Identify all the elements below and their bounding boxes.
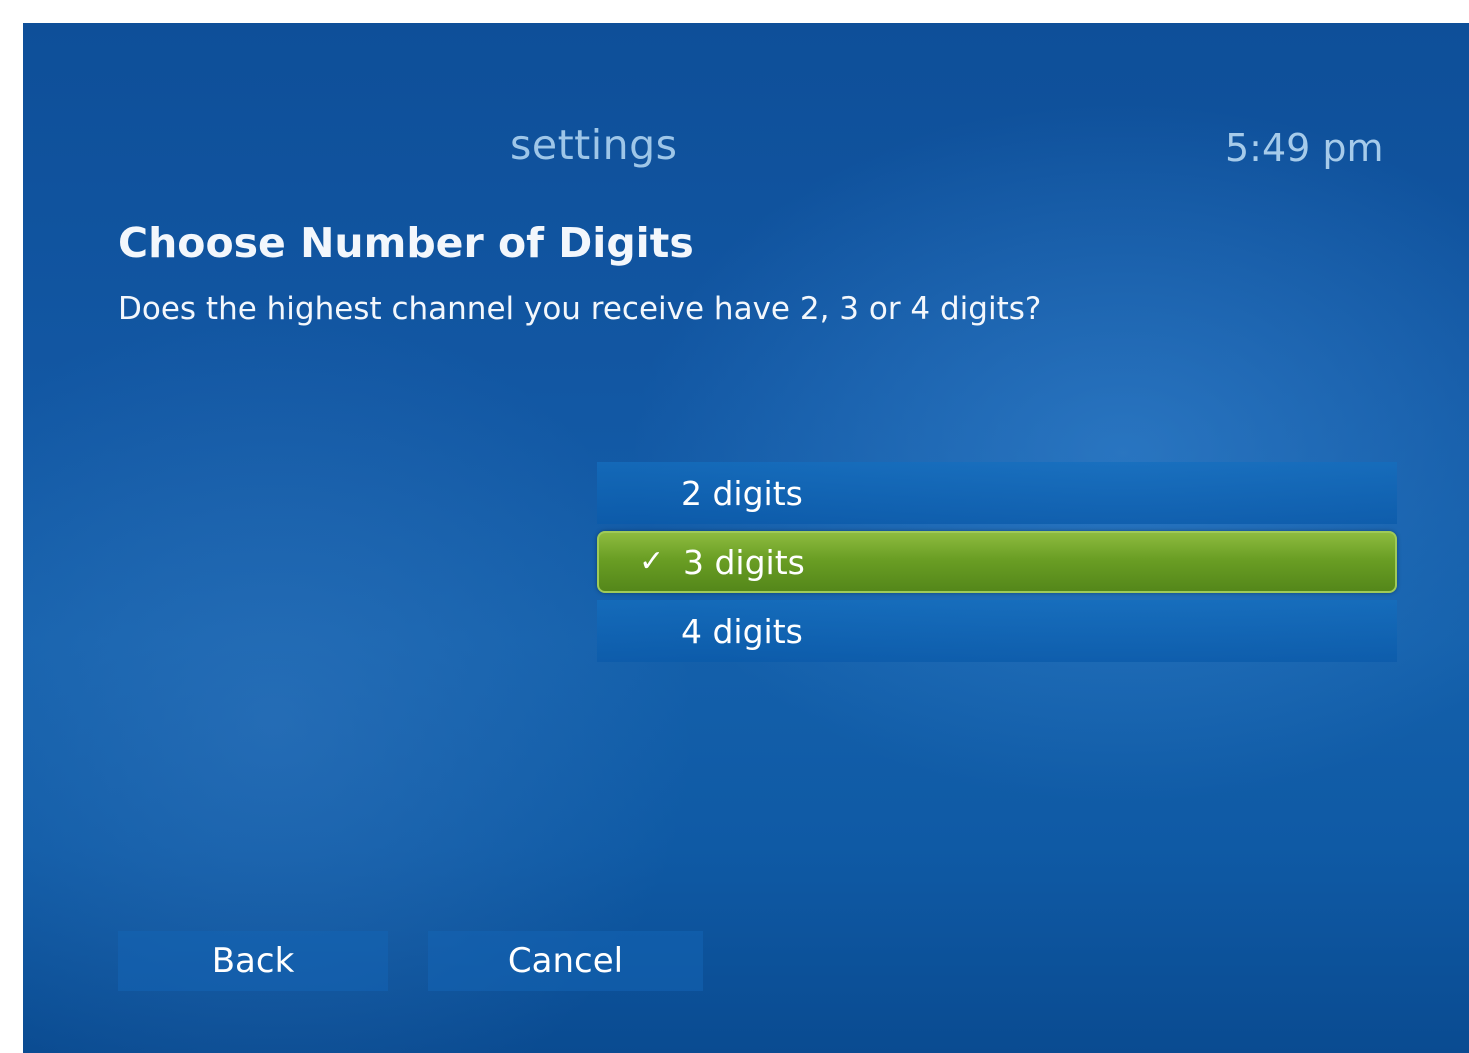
back-button[interactable]: Back <box>118 931 388 991</box>
option-4-digits[interactable]: 4 digits <box>597 600 1397 662</box>
page-question: Does the highest channel you receive hav… <box>118 291 1042 327</box>
media-center-screen: settings 5:49 pm Choose Number of Digits… <box>23 23 1469 1053</box>
cancel-button[interactable]: Cancel <box>428 931 703 991</box>
option-label: 3 digits <box>683 543 805 582</box>
section-title: settings <box>510 121 678 169</box>
digits-option-list: 2 digits ✓ 3 digits 4 digits <box>597 462 1397 669</box>
option-label: 4 digits <box>681 612 803 651</box>
cancel-button-label: Cancel <box>507 941 624 981</box>
clock: 5:49 pm <box>1225 126 1384 170</box>
back-button-label: Back <box>211 941 295 981</box>
checkmark-icon: ✓ <box>639 544 665 579</box>
option-label: 2 digits <box>681 474 803 513</box>
page-heading: Choose Number of Digits <box>118 219 694 267</box>
option-3-digits[interactable]: ✓ 3 digits <box>597 531 1397 593</box>
option-2-digits[interactable]: 2 digits <box>597 462 1397 524</box>
